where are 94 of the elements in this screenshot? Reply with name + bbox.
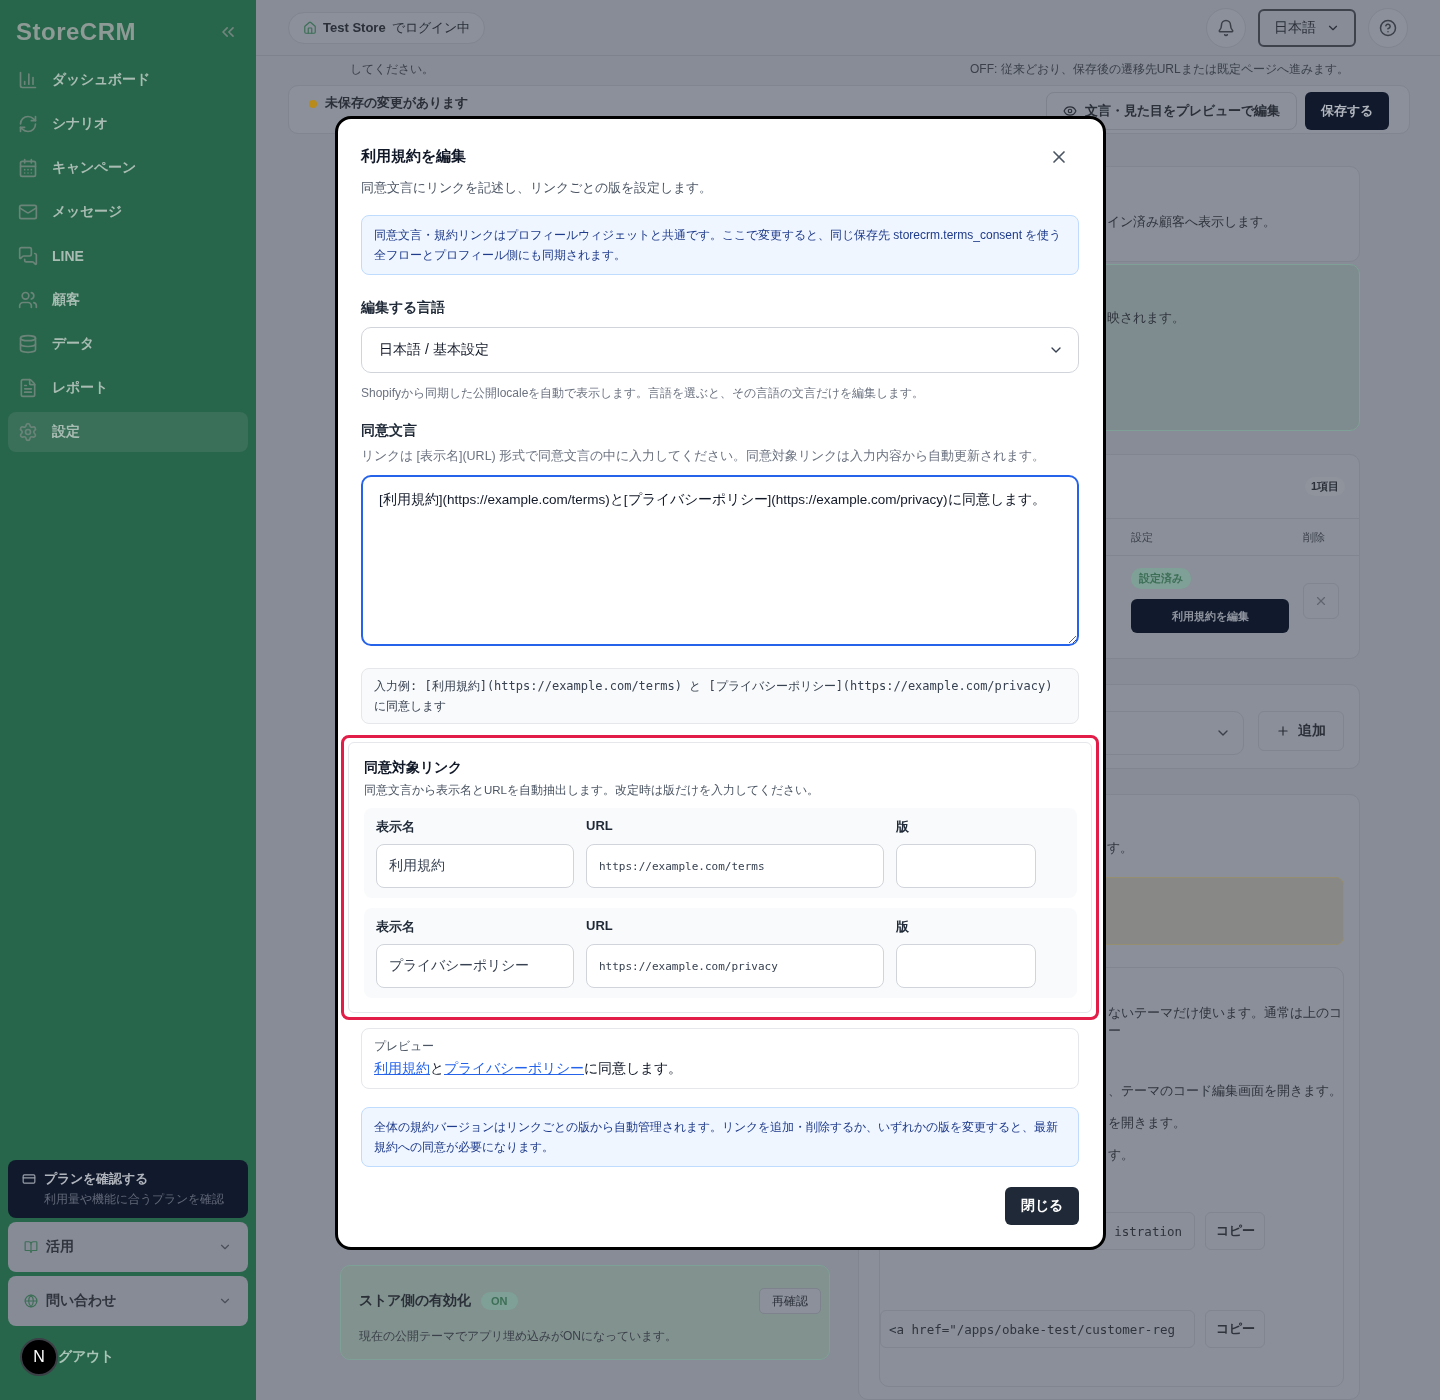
name-field[interactable]: 利用規約 <box>376 844 574 888</box>
column-header: 版 <box>896 918 910 936</box>
copy-button[interactable]: コピー <box>1205 1212 1265 1250</box>
terms-link[interactable]: 利用規約 <box>374 1061 430 1076</box>
section-toggle[interactable]: 問い合わせ <box>8 1276 248 1326</box>
help-button[interactable] <box>1368 7 1408 48</box>
card-text: す。 <box>1107 839 1133 857</box>
card-text: を開きます。 <box>1108 1114 1186 1132</box>
store-card-title: ストア側の有効化 <box>359 1292 471 1310</box>
mail-icon <box>18 202 38 222</box>
card-text: ないテーマだけ使います。通常は上のコー <box>1108 1004 1343 1040</box>
globe-icon <box>24 1294 38 1308</box>
nav-item[interactable]: LINE <box>8 236 248 276</box>
section-description: 同意文言から表示名とURLを自動抽出します。改定時は版だけを入力してください。 <box>364 783 820 798</box>
nav-item[interactable]: メッセージ <box>8 192 248 232</box>
nav-item[interactable]: データ <box>8 324 248 364</box>
document-icon <box>18 378 38 398</box>
unsaved-text: 未保存の変更があります <box>325 94 468 113</box>
edit-terms-button[interactable]: 利用規約を編集 <box>1131 599 1289 633</box>
version-field[interactable] <box>896 944 1036 988</box>
logout-link[interactable]: グアウト <box>58 1348 114 1366</box>
status-badge: 設定済み <box>1131 568 1191 589</box>
refresh-icon <box>18 114 38 134</box>
calendar-icon <box>18 158 38 178</box>
preview-text: 利用規約 と プライバシーポリシーに同意します。 <box>374 1060 683 1078</box>
copy-button[interactable]: コピー <box>1205 1310 1265 1348</box>
field-label: 編集する言語 <box>361 299 446 317</box>
save-button[interactable]: 保存する <box>1305 92 1389 131</box>
column-header: 表示名 <box>376 818 416 836</box>
nav-item[interactable]: ダッシュボード <box>8 60 248 100</box>
chart-icon <box>18 70 38 90</box>
dev-badge[interactable]: N <box>20 1338 58 1376</box>
card-text: す。 <box>1108 1146 1134 1164</box>
count-badge: 1項目 <box>1305 477 1346 496</box>
section-title: 同意対象リンク <box>364 759 463 777</box>
card-text: 、テーマのコード編集画面を開きます。 <box>1108 1082 1342 1100</box>
nav-item[interactable]: 設定 <box>8 412 248 452</box>
plan-subtitle: 利用量や機能に合うプランを確認 <box>43 1191 225 1208</box>
column-header: 設定 <box>1131 529 1154 545</box>
card-text: イン済み顧客へ表示します。 <box>1107 213 1276 231</box>
add-button[interactable]: 追加 <box>1258 711 1344 751</box>
url-field[interactable]: https://example.com/privacy <box>586 944 884 988</box>
plus-icon <box>1276 724 1290 738</box>
status-badge: ON <box>481 1292 518 1310</box>
field-hint: Shopifyから同期した公開localeを自動で表示します。言語を選ぶと、その言語の文言だけを編集します。 <box>361 385 926 402</box>
help-icon <box>1379 18 1397 37</box>
info-note: 同意文言・規約リンクはプロフィールウィジェットと共通です。ここで変更すると、同じ保存先 storecrm.terms_consent を使う全フローとプロフィール側にも同期されます。 <box>361 215 1079 275</box>
plan-title: プランを確認する <box>44 1170 148 1188</box>
field-hint: リンクは [表示名](URL) 形式で同意文言の中に入力してください。同意対象リンクは入力内容から自動更新されます。 <box>361 448 1047 465</box>
notification-button[interactable] <box>1206 7 1246 48</box>
language-select[interactable]: 日本語 <box>1258 8 1356 47</box>
field-label: 同意文言 <box>361 422 418 440</box>
dialog-title: 利用規約を編集 <box>361 147 466 166</box>
column-header: 表示名 <box>376 918 416 936</box>
settings-icon <box>18 422 38 442</box>
nav-item[interactable]: シナリオ <box>8 104 248 144</box>
language-select[interactable]: 日本語 / 基本設定 <box>361 327 1079 373</box>
book-icon <box>24 1240 38 1254</box>
example-note: 入力例: [利用規約](https://example.com/terms) と [プライバシーポリシー](https://example.com/privacy) に同意します <box>361 668 1079 724</box>
version-note: 全体の規約バージョンはリンクごとの版から自動管理されます。リンクを追加・削除するか、いずれかの版を変更すると、最新規約への同意が必要になります。 <box>361 1107 1079 1167</box>
nav-item[interactable]: キャンペーン <box>8 148 248 188</box>
eye-icon <box>1063 104 1077 119</box>
dialog-subtitle: 同意文言にリンクを記述し、リンクごとの版を設定します。 <box>361 179 713 197</box>
chat-icon <box>18 246 38 266</box>
plan-card[interactable]: プランを確認する 利用量や機能に合うプランを確認 <box>8 1160 248 1218</box>
card-icon <box>22 1172 36 1186</box>
name-field[interactable]: プライバシーポリシー <box>376 944 574 988</box>
database-icon <box>18 334 38 354</box>
column-header: 版 <box>896 818 910 836</box>
off-note: OFF: 従来どおり、保存後の遷移先URLまたは既定ページへ進みます。 <box>970 61 1350 79</box>
nav-item[interactable]: レポート <box>8 368 248 408</box>
notice-text: してください。 <box>350 61 435 79</box>
version-field[interactable] <box>896 844 1036 888</box>
terms-link[interactable]: プライバシーポリシー <box>444 1061 584 1076</box>
column-header: URL <box>586 918 614 935</box>
consent-text-field[interactable]: [利用規約](https://example.com/terms)と[プライバシーポリシー](https://example.com/privacy)に同意します。 <box>361 475 1079 646</box>
store-pill: Test Store でログイン中 <box>288 11 485 44</box>
section-toggle[interactable]: 活用 <box>8 1222 248 1272</box>
status-dot <box>309 100 317 109</box>
delete-button[interactable] <box>1303 582 1339 619</box>
bell-icon <box>1217 18 1235 37</box>
card-text: 映されます。 <box>1107 309 1185 327</box>
nav-item[interactable]: 顧客 <box>8 280 248 320</box>
column-header: URL <box>586 818 614 835</box>
close-button[interactable]: 閉じる <box>1005 1187 1079 1225</box>
url-field[interactable]: https://example.com/terms <box>586 844 884 888</box>
recheck-button[interactable]: 再確認 <box>759 1288 821 1314</box>
home-icon <box>303 20 317 35</box>
code-field[interactable]: <a href="/apps/obake-test/customer-reg <box>880 1310 1195 1348</box>
preview-label: プレビュー <box>374 1039 435 1054</box>
app-logo: StoreCRM <box>16 18 136 46</box>
column-header: 削除 <box>1303 529 1326 545</box>
users-icon <box>18 290 38 310</box>
store-card-note: 現在の公開テーマでアプリ埋め込みがONになっています。 <box>359 1328 678 1345</box>
